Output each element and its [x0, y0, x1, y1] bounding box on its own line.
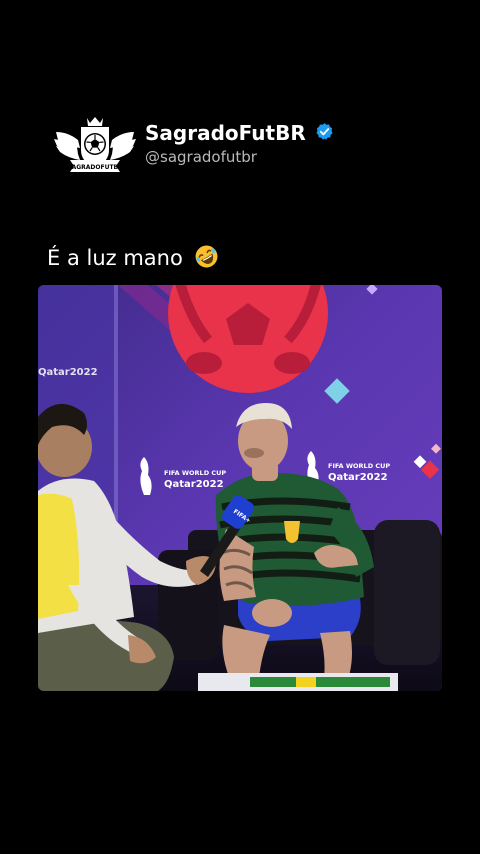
account-info: SagradoFutBR @sagradofutbr: [145, 120, 334, 167]
profile-header[interactable]: SAGRADOFUTBR SagradoFutBR @sagradofutbr: [52, 112, 382, 182]
rolling-on-floor-laughing-emoji-icon: [195, 245, 217, 268]
verified-badge-icon: [316, 123, 333, 140]
video-frame: Qatar2022 FIFA WORLD CUP Qatar2022 FIFA …: [38, 285, 442, 691]
svg-text:FIFA WORLD CUP: FIFA WORLD CUP: [164, 469, 226, 477]
backdrop-brand-partial: Qatar2022: [38, 367, 98, 378]
svg-text:FIFA WORLD CUP: FIFA WORLD CUP: [328, 462, 390, 470]
post-caption: É a luz mano: [47, 243, 219, 273]
svg-text:Qatar2022: Qatar2022: [164, 479, 224, 490]
table: [198, 673, 398, 691]
caption-text: É a luz mano: [47, 246, 183, 270]
display-name[interactable]: SagradoFutBR: [145, 120, 306, 146]
username[interactable]: @sagradofutbr: [145, 147, 334, 167]
logo-text: SAGRADOFUTBR: [67, 164, 123, 171]
svg-text:Qatar2022: Qatar2022: [328, 472, 388, 483]
sagradofutbr-logo: SAGRADOFUTBR: [54, 117, 136, 172]
video-player[interactable]: Qatar2022 FIFA WORLD CUP Qatar2022 FIFA …: [38, 285, 442, 691]
